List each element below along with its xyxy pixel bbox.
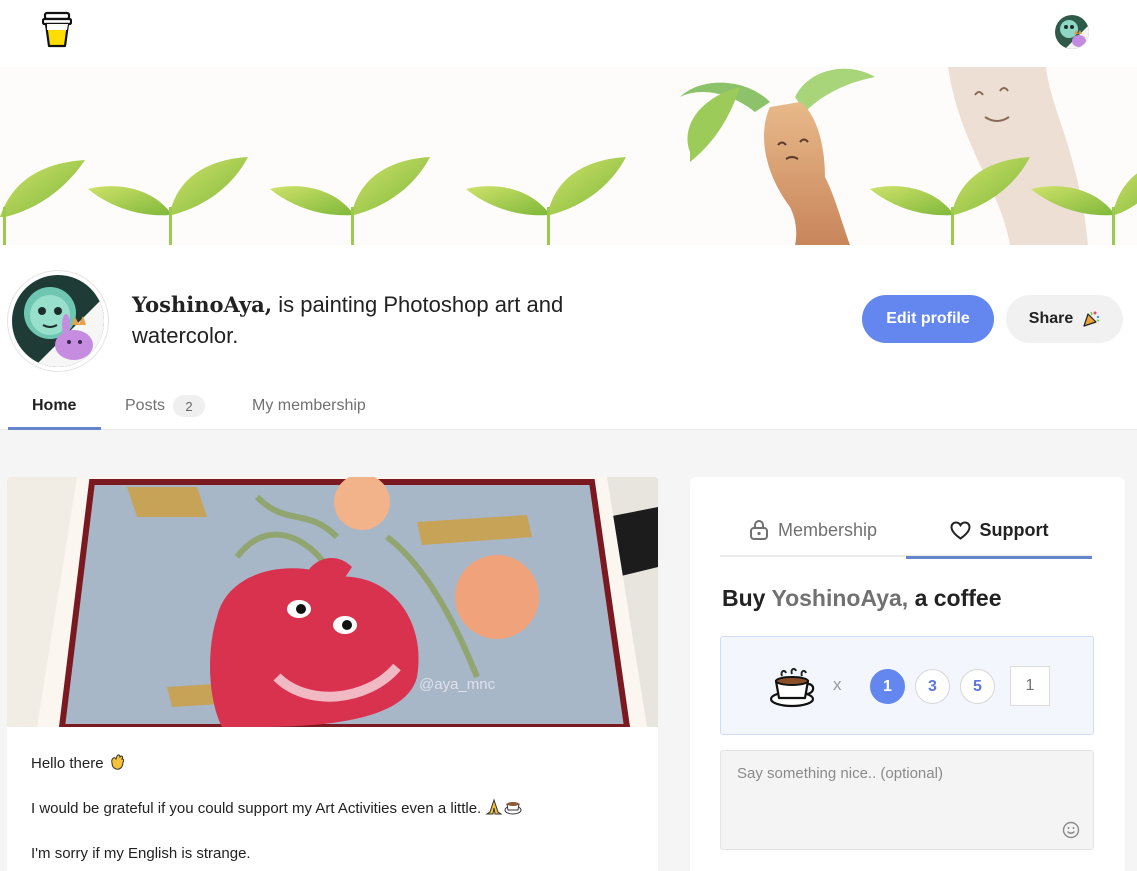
tab-membership-label: Membership: [777, 519, 878, 540]
tab-home-label: Home: [32, 397, 77, 414]
post-body: Hello there I would be grateful if you c…: [7, 727, 658, 871]
custom-quantity-input[interactable]: [1010, 666, 1050, 706]
coffee-icon: [504, 802, 522, 815]
post-image: @aya_mnc: [7, 477, 658, 727]
coffee-cup-logo-icon[interactable]: [42, 11, 72, 49]
edit-profile-button[interactable]: Edit profile: [862, 295, 994, 343]
tab-support-label: Support: [979, 519, 1049, 540]
posts-count-badge: 2: [173, 395, 206, 417]
creator-name: YoshinoAya,: [132, 292, 273, 317]
folded-hands-icon: [485, 798, 504, 815]
tab-support[interactable]: Support: [906, 503, 1092, 559]
post-line: I would be grateful if you could support…: [31, 798, 634, 819]
lock-icon: [749, 520, 768, 540]
tab-membership[interactable]: Membership: [720, 503, 906, 557]
tab-home[interactable]: Home: [8, 382, 101, 430]
profile-header: YoshinoAya, is painting Photoshop art an…: [0, 245, 1137, 430]
quantity-option-5[interactable]: 5: [960, 669, 995, 704]
support-card: Membership Support Buy YoshinoAya, a cof…: [690, 477, 1125, 871]
share-button[interactable]: Share: [1006, 295, 1123, 343]
post-line: I'm sorry if my English is strange.: [31, 845, 251, 862]
buy-coffee-title: Buy YoshinoAya, a coffee: [722, 585, 1002, 611]
profile-avatar: [8, 271, 108, 371]
heart-icon: [949, 520, 971, 540]
tab-posts-label: Posts: [125, 397, 166, 414]
cover-image: [0, 67, 1137, 245]
post-card[interactable]: @aya_mnc Hello there I would be grateful…: [7, 477, 658, 871]
profile-tabs: Home Posts 2 My membership: [8, 382, 390, 430]
multiply-sign: x: [833, 675, 842, 694]
party-popper-icon: [1083, 311, 1100, 327]
tab-my-membership-label: My membership: [252, 397, 366, 414]
support-message-field[interactable]: [720, 750, 1094, 850]
tab-my-membership[interactable]: My membership: [228, 382, 390, 430]
tab-posts[interactable]: Posts 2: [101, 382, 228, 430]
emoji-picker-icon[interactable]: [1062, 821, 1080, 839]
quantity-option-3[interactable]: 3: [915, 669, 950, 704]
quantity-option-1[interactable]: 1: [870, 669, 905, 704]
support-tabs: Membership Support: [720, 503, 1092, 559]
profile-headline: YoshinoAya, is painting Photoshop art an…: [132, 289, 572, 351]
waving-hand-icon: [111, 754, 124, 770]
top-bar: [0, 0, 1137, 67]
share-label: Share: [1028, 310, 1074, 327]
post-line: Hello there: [31, 753, 634, 774]
coffee-cup-icon: [769, 667, 815, 708]
coffee-quantity-picker: x 1 3 5: [720, 636, 1094, 735]
edit-profile-label: Edit profile: [886, 310, 970, 327]
post-image-watermark: @aya_mnc: [419, 676, 496, 693]
user-avatar-icon[interactable]: [1055, 15, 1089, 49]
